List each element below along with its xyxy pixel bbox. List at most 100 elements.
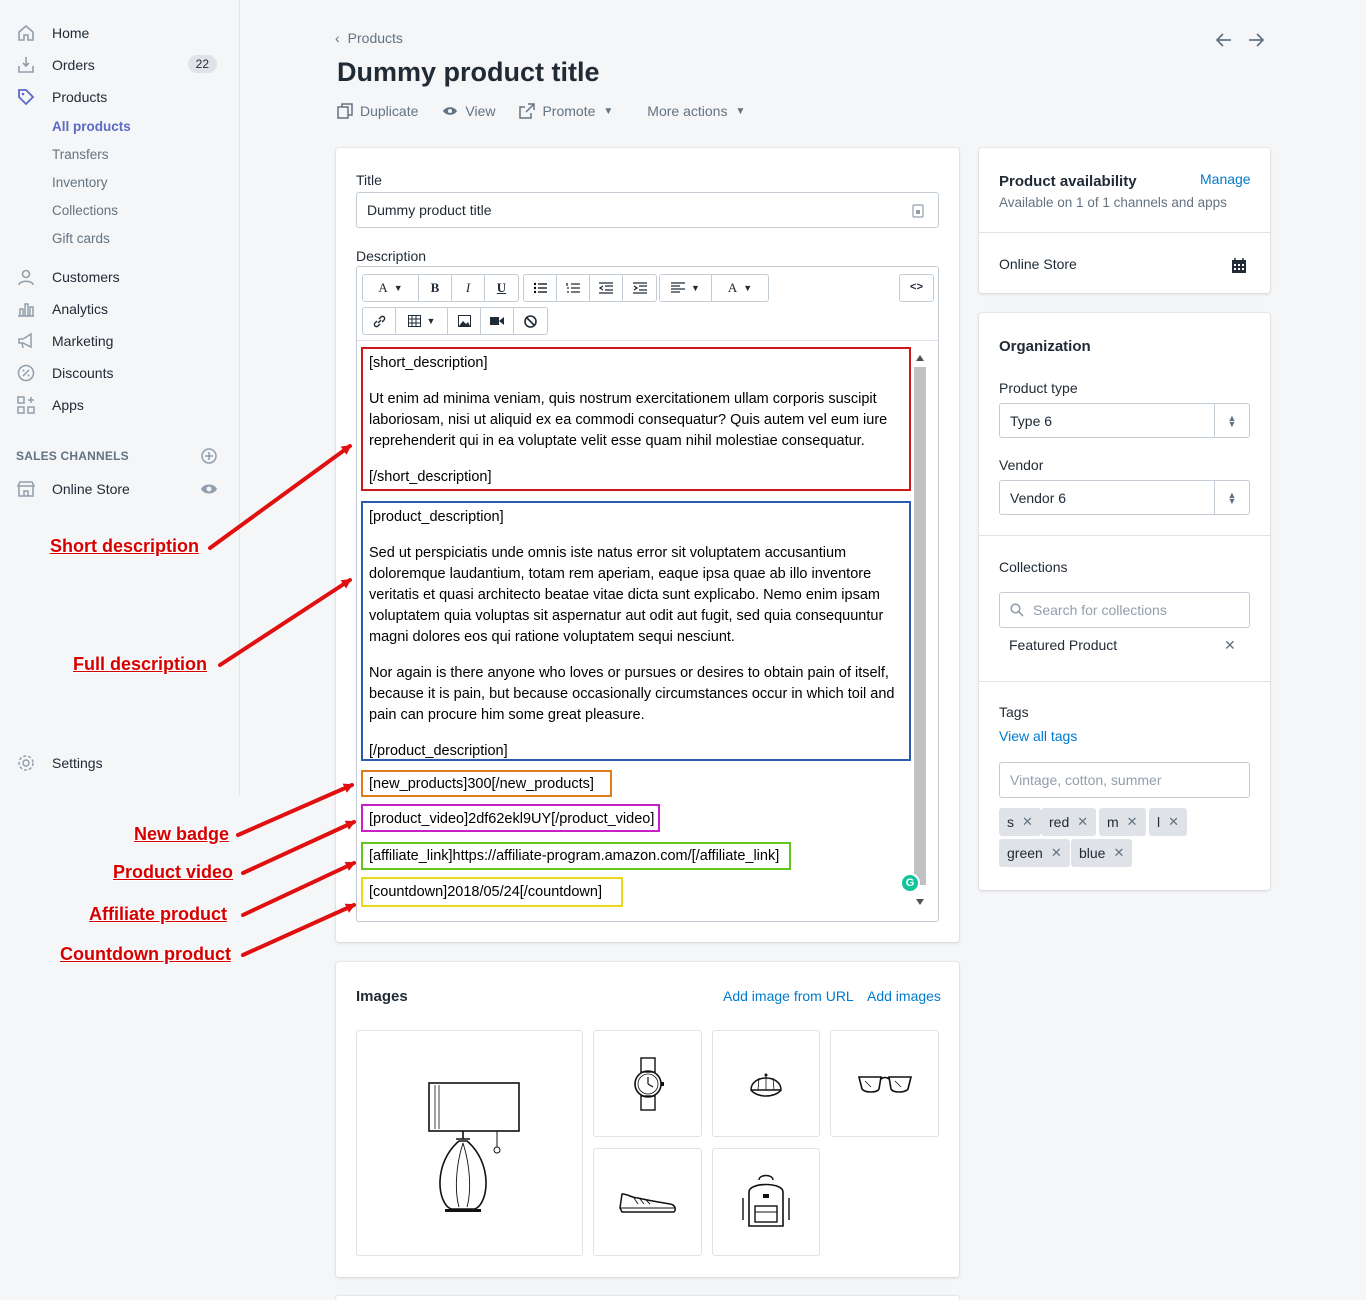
tag-icon: [16, 87, 36, 107]
duplicate-icon: [337, 103, 353, 119]
title-label: Title: [356, 172, 382, 188]
nav-gift-cards[interactable]: Gift cards: [52, 231, 110, 246]
add-image-url-link[interactable]: Add image from URL: [723, 988, 854, 1004]
scrollbar-thumb[interactable]: [914, 367, 926, 885]
more-actions-button[interactable]: More actions ▼: [647, 103, 745, 119]
tag-blue[interactable]: blue ✕: [1071, 839, 1133, 867]
remove-tag-icon[interactable]: ✕: [1022, 814, 1033, 830]
nav-customers[interactable]: Customers: [16, 265, 226, 289]
remove-collection-icon[interactable]: ✕: [1224, 637, 1236, 654]
insert-image-button[interactable]: [448, 308, 481, 334]
align-button[interactable]: ▼: [660, 275, 712, 301]
nav-marketing[interactable]: Marketing: [16, 329, 226, 353]
affiliate-link-shortcode: [affiliate_link]https://affiliate-progra…: [361, 842, 791, 870]
promote-button[interactable]: Promote ▼: [519, 103, 613, 119]
insert-link-button[interactable]: [363, 308, 396, 334]
nav-discounts[interactable]: Discounts: [16, 361, 226, 385]
nav-apps[interactable]: Apps: [16, 393, 226, 417]
product-type-select[interactable]: Type 6 ▲ ▼: [999, 403, 1250, 438]
images-title: Images: [356, 988, 408, 1005]
image-lamp[interactable]: [356, 1030, 583, 1256]
manage-link[interactable]: Manage: [1200, 171, 1251, 187]
image-sneaker[interactable]: [593, 1148, 702, 1256]
tag-green[interactable]: green ✕: [999, 839, 1070, 867]
nav-settings[interactable]: Settings: [16, 751, 226, 775]
image-backpack[interactable]: [712, 1148, 820, 1256]
tag-red[interactable]: red ✕: [1041, 808, 1097, 836]
duplicate-button[interactable]: Duplicate: [337, 103, 418, 119]
nav-collections[interactable]: Collections: [52, 203, 118, 218]
tag-label: m: [1107, 814, 1119, 830]
short-description-text: Ut enim ad minima veniam, quis nostrum e…: [369, 391, 888, 449]
next-arrow-icon[interactable]: [1244, 28, 1268, 52]
full-description-open: [product_description]: [369, 509, 504, 525]
insert-table-button[interactable]: ▼: [396, 308, 448, 334]
view-button[interactable]: View: [442, 103, 495, 119]
remove-tag-icon[interactable]: ✕: [1077, 814, 1088, 830]
toolbar-list-group: [523, 274, 657, 302]
calendar-icon[interactable]: [1231, 258, 1247, 274]
scroll-up-icon[interactable]: [916, 355, 924, 361]
remove-tag-icon[interactable]: ✕: [1168, 814, 1179, 830]
image-cap[interactable]: [712, 1030, 820, 1137]
add-channel-icon[interactable]: [200, 447, 218, 465]
new-products-shortcode: [new_products]300[/new_products]: [361, 770, 612, 797]
editor-content[interactable]: [short_description] Ut enim ad minima ve…: [357, 342, 913, 921]
product-type-label: Product type: [999, 380, 1078, 396]
nav-online-store-label: Online Store: [52, 481, 130, 497]
italic-button[interactable]: I: [452, 275, 485, 301]
remove-tag-icon[interactable]: ✕: [1051, 845, 1062, 861]
underline-button[interactable]: U: [485, 275, 518, 301]
tag-m[interactable]: m ✕: [1099, 808, 1146, 836]
tag-l[interactable]: l ✕: [1149, 808, 1188, 836]
grammarly-icon[interactable]: G: [900, 873, 920, 893]
nav-all-products[interactable]: All products: [52, 119, 131, 134]
indent-icon: [632, 282, 647, 294]
tag-s[interactable]: s ✕: [999, 808, 1041, 836]
nav-analytics[interactable]: Analytics: [16, 297, 226, 321]
collections-placeholder: Search for collections: [1033, 602, 1167, 618]
clear-formatting-button[interactable]: [514, 308, 547, 334]
indent-button[interactable]: [623, 275, 656, 301]
password-manager-icon[interactable]: [912, 204, 924, 218]
nav-customers-label: Customers: [52, 269, 120, 285]
numbered-list-button[interactable]: [557, 275, 590, 301]
image-glasses[interactable]: [830, 1030, 939, 1137]
eye-icon[interactable]: [200, 480, 218, 498]
availability-subtitle: Available on 1 of 1 channels and apps: [999, 195, 1227, 210]
remove-tag-icon[interactable]: ✕: [1127, 814, 1138, 830]
watch-icon: [633, 1056, 664, 1111]
nav-transfers[interactable]: Transfers: [52, 147, 109, 162]
text-color-button[interactable]: A ▼: [712, 275, 768, 301]
outdent-button[interactable]: [590, 275, 623, 301]
align-left-icon: [671, 282, 686, 293]
scroll-down-icon[interactable]: [916, 899, 924, 905]
sidebar: Home Orders 22 Products All products Tra…: [0, 0, 240, 795]
description-label: Description: [356, 248, 427, 264]
remove-tag-icon[interactable]: ✕: [1113, 845, 1124, 861]
add-images-link[interactable]: Add images: [867, 988, 941, 1004]
prev-arrow-icon[interactable]: [1212, 28, 1236, 52]
insert-video-button[interactable]: [481, 308, 514, 334]
collections-search-input[interactable]: Search for collections: [999, 592, 1250, 628]
view-all-tags-link[interactable]: View all tags: [999, 728, 1077, 744]
nav-home-label: Home: [52, 25, 90, 41]
description-editor[interactable]: A▼ B I U ▼ A▼ <> ▼ [short_description]: [356, 266, 939, 922]
nav-online-store[interactable]: Online Store: [16, 477, 226, 501]
show-html-button[interactable]: <>: [900, 275, 933, 301]
image-watch[interactable]: [593, 1030, 702, 1137]
tags-input[interactable]: Vintage, cotton, summer: [999, 762, 1250, 798]
bold-button[interactable]: B: [419, 275, 452, 301]
font-button[interactable]: A ▼: [363, 275, 419, 301]
nav-products[interactable]: Products: [16, 85, 226, 109]
full-description-text-2: Nor again is there anyone who loves or p…: [369, 665, 895, 723]
clear-format-icon: [524, 314, 537, 328]
nav-inventory[interactable]: Inventory: [52, 175, 108, 190]
next-card-edge: [336, 1296, 959, 1300]
vendor-select[interactable]: Vendor 6 ▲ ▼: [999, 480, 1250, 515]
breadcrumb[interactable]: ‹ Products: [335, 30, 403, 46]
nav-home[interactable]: Home: [16, 21, 226, 45]
editor-scrollbar[interactable]: [913, 351, 927, 911]
bullet-list-button[interactable]: [524, 275, 557, 301]
title-input[interactable]: Dummy product title: [356, 192, 939, 228]
